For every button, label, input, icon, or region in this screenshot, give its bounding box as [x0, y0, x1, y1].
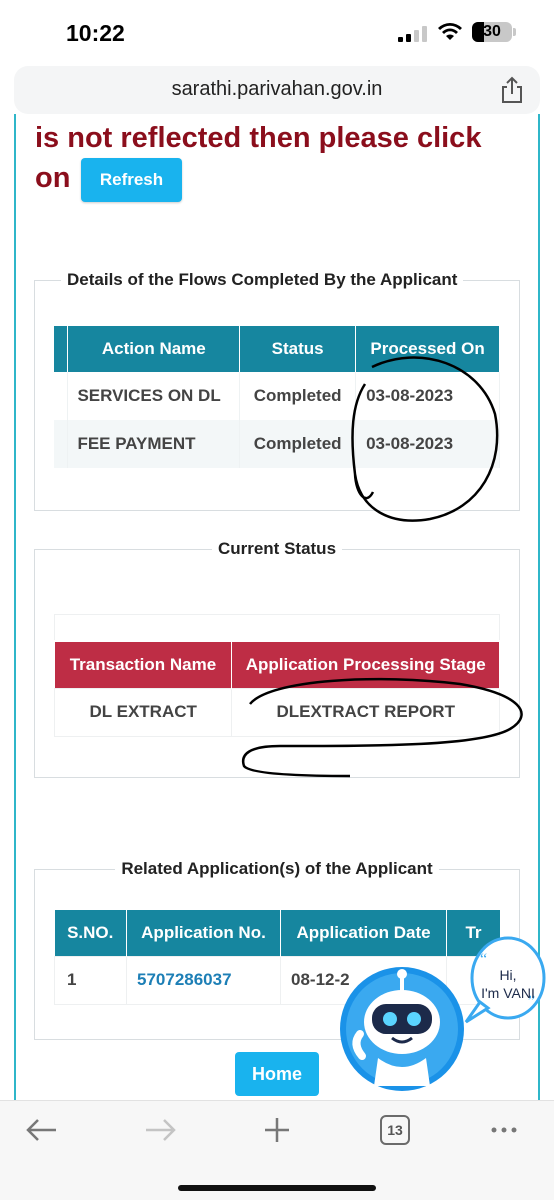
header-action-name: Action Name	[67, 326, 241, 372]
svg-text:“: “	[480, 951, 487, 968]
table-row: DL EXTRACT DLEXTRACT REPORT	[53, 687, 500, 737]
current-status-legend: Current Status	[217, 539, 337, 558]
cell-date: 03-08-2023	[355, 372, 500, 420]
ios-status-bar: 10:22 30	[0, 0, 554, 64]
browser-toolbar: 13	[0, 1100, 554, 1200]
url-text: sarathi.parivahan.gov.in	[171, 78, 383, 100]
current-status-table: Transaction Name Application Processing …	[53, 642, 500, 737]
tabs-button[interactable]: 13	[380, 1115, 410, 1145]
table-row: FEE PAYMENT Completed 03-08-2023	[54, 420, 500, 468]
header-processed-on: Processed On	[355, 326, 500, 372]
vani-chatbot-button[interactable]: “ ” Hi, I'm VANI	[338, 926, 548, 1096]
header-sno: S.NO.	[54, 910, 127, 956]
cell-action: SERVICES ON DL	[67, 372, 241, 420]
home-button[interactable]: Home	[235, 1052, 319, 1096]
clock: 10:22	[66, 20, 125, 46]
table-row: SERVICES ON DL Completed 03-08-2023	[54, 372, 500, 420]
cell-action: FEE PAYMENT	[67, 420, 241, 468]
header-processing-stage: Application Processing Stage	[231, 642, 500, 688]
share-icon[interactable]	[499, 76, 525, 104]
cell-transaction: DL EXTRACT	[53, 687, 233, 737]
cell-date: 03-08-2023	[355, 420, 500, 468]
cellular-signal-icon	[398, 26, 430, 42]
cell-stage: DLEXTRACT REPORT	[231, 687, 500, 737]
web-page: is not reflected then please click on Re…	[0, 114, 554, 1100]
cell-status: Completed	[239, 372, 357, 420]
more-options-icon[interactable]	[484, 1113, 524, 1147]
wifi-icon	[438, 23, 462, 40]
flows-legend: Details of the Flows Completed By the Ap…	[67, 270, 458, 289]
battery-level: 30	[483, 23, 501, 40]
header-application-no: Application No.	[126, 910, 281, 956]
refresh-button[interactable]: Refresh	[81, 158, 182, 202]
vani-greeting-line1: Hi,	[499, 967, 516, 983]
cell-status: Completed	[239, 420, 357, 468]
application-number-link[interactable]: 5707286037	[126, 955, 281, 1005]
vani-greeting-line2: I'm VANI	[481, 985, 535, 1001]
cell-sno: 1	[54, 955, 127, 1005]
flows-table: Action Name Status Processed On SERVICES…	[54, 326, 500, 468]
new-tab-plus-icon[interactable]	[257, 1113, 297, 1147]
battery-icon: 30	[472, 22, 512, 42]
notice-text-on: on	[35, 162, 71, 194]
robot-icon: “ ” Hi, I'm VANI	[340, 936, 546, 1091]
home-indicator	[178, 1185, 376, 1191]
address-bar[interactable]: sarathi.parivahan.gov.in	[14, 66, 540, 114]
header-status: Status	[239, 326, 357, 372]
related-legend: Related Application(s) of the Applicant	[121, 859, 433, 878]
back-arrow-icon[interactable]	[22, 1113, 62, 1147]
header-transaction-name: Transaction Name	[54, 642, 233, 688]
forward-arrow-icon[interactable]	[140, 1113, 180, 1147]
notice-text: is not reflected then please click	[35, 122, 482, 154]
